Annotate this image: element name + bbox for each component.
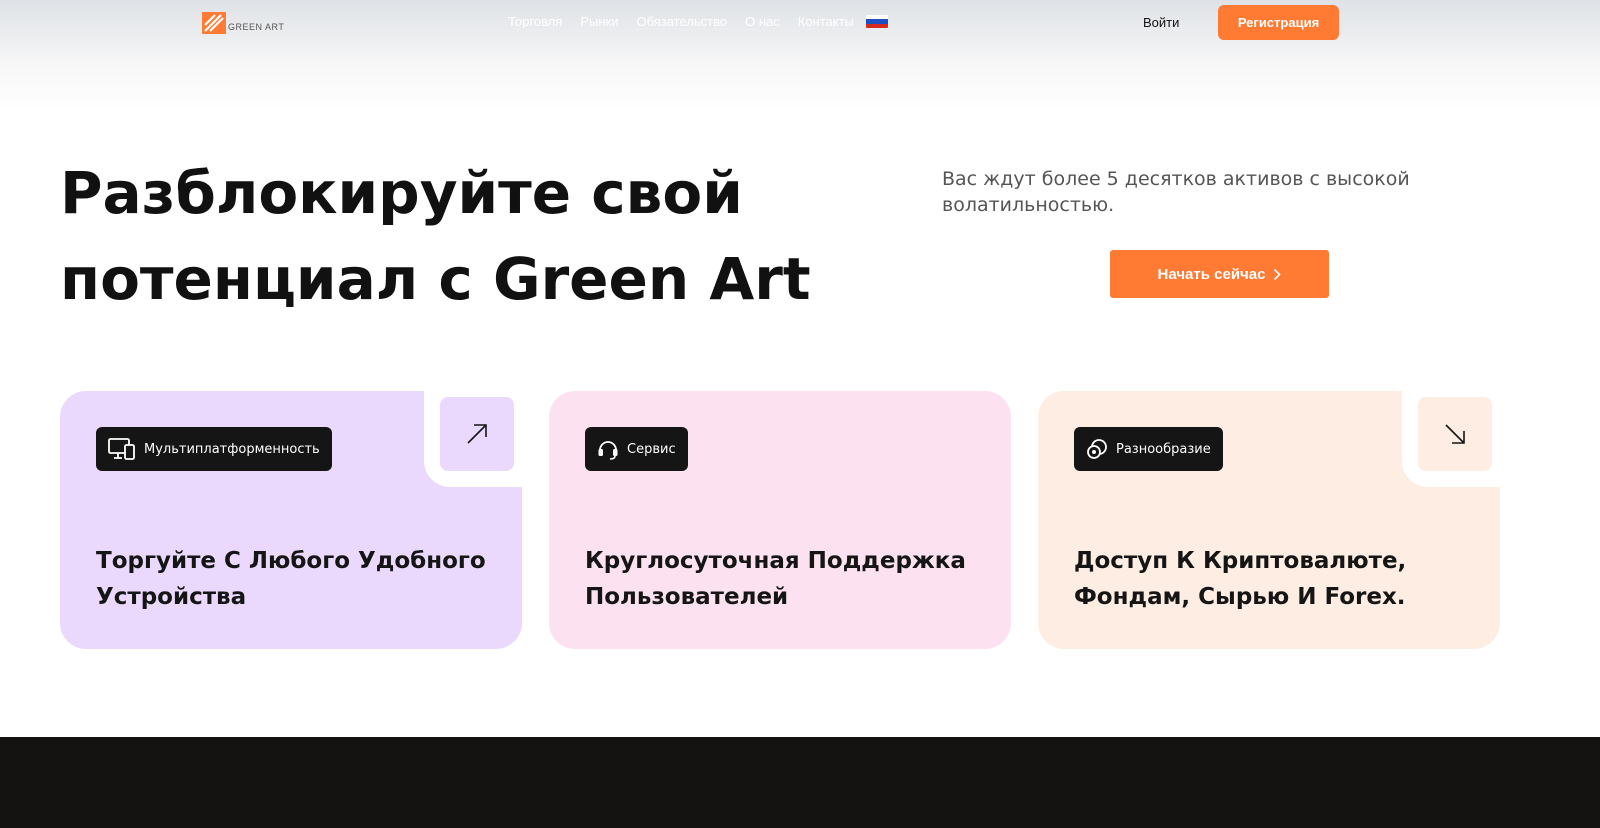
feature-card-title: Круглосуточная Поддержка Пользователей [585, 548, 966, 610]
site-header: GREEN ART Торговля Рынки Обязательство О… [0, 0, 1600, 46]
main-nav: Торговля Рынки Обязательство О нас Конта… [508, 14, 888, 29]
logo[interactable]: GREEN ART [202, 12, 284, 34]
feature-tag: Разнообразие [1074, 427, 1223, 471]
feature-card-multiplatform: Мультиплатформенность Торгуйте С Любого … [60, 389, 524, 649]
feature-tag: Сервис [585, 427, 688, 471]
hero-title-line-1: Разблокируйте свой [60, 159, 743, 227]
feature-card-title: Торгуйте С Любого Удобного Устройства [96, 548, 486, 610]
coins-icon [1087, 439, 1107, 459]
arrow-down-right-icon [1445, 424, 1465, 444]
nav-link-contacts[interactable]: Контакты [798, 14, 854, 29]
devices-icon [108, 438, 135, 460]
feature-card-variety: Разнообразие Доступ К Криптовалюте, Фонд… [1038, 389, 1502, 649]
nav-link-about[interactable]: О нас [745, 14, 780, 29]
card-arrow-button[interactable] [1418, 397, 1492, 471]
hero-subtitle: Вас ждут более 5 десятков активов с высо… [942, 168, 1410, 216]
start-now-button[interactable]: Начать сейчас [1110, 250, 1329, 298]
chevron-right-icon [1274, 268, 1282, 280]
russian-flag-icon[interactable] [865, 15, 888, 28]
feature-tag-label: Разнообразие [1116, 441, 1211, 457]
hero-title: Разблокируйте свой потенциал с Green Art [60, 150, 860, 322]
card-notch [424, 389, 524, 487]
logo-text: GREEN ART [228, 21, 285, 32]
feature-card-title: Доступ К Криптовалюте, Фондам, Сырью И F… [1074, 548, 1407, 610]
feature-tag-label: Мультиплатформенность [144, 441, 320, 457]
register-button[interactable]: Регистрация [1218, 5, 1339, 40]
arrow-up-right-icon [467, 424, 487, 444]
feature-tag-label: Сервис [627, 441, 676, 457]
headset-icon [598, 441, 618, 460]
nav-link-trading[interactable]: Торговля [508, 14, 562, 29]
login-button[interactable]: Войти [1143, 15, 1179, 30]
nav-link-commitment[interactable]: Обязательство [636, 14, 727, 29]
hero-title-line-2: потенциал с Green Art [60, 245, 811, 313]
start-now-label: Начать сейчас [1157, 265, 1266, 283]
feature-card-service: Сервис Круглосуточная Поддержка Пользова… [549, 391, 1011, 649]
logo-mark-icon [202, 12, 226, 34]
dark-section [0, 737, 1600, 828]
nav-link-markets[interactable]: Рынки [580, 14, 618, 29]
card-notch [1402, 389, 1502, 487]
card-arrow-button[interactable] [440, 397, 514, 471]
feature-tag: Мультиплатформенность [96, 427, 332, 471]
